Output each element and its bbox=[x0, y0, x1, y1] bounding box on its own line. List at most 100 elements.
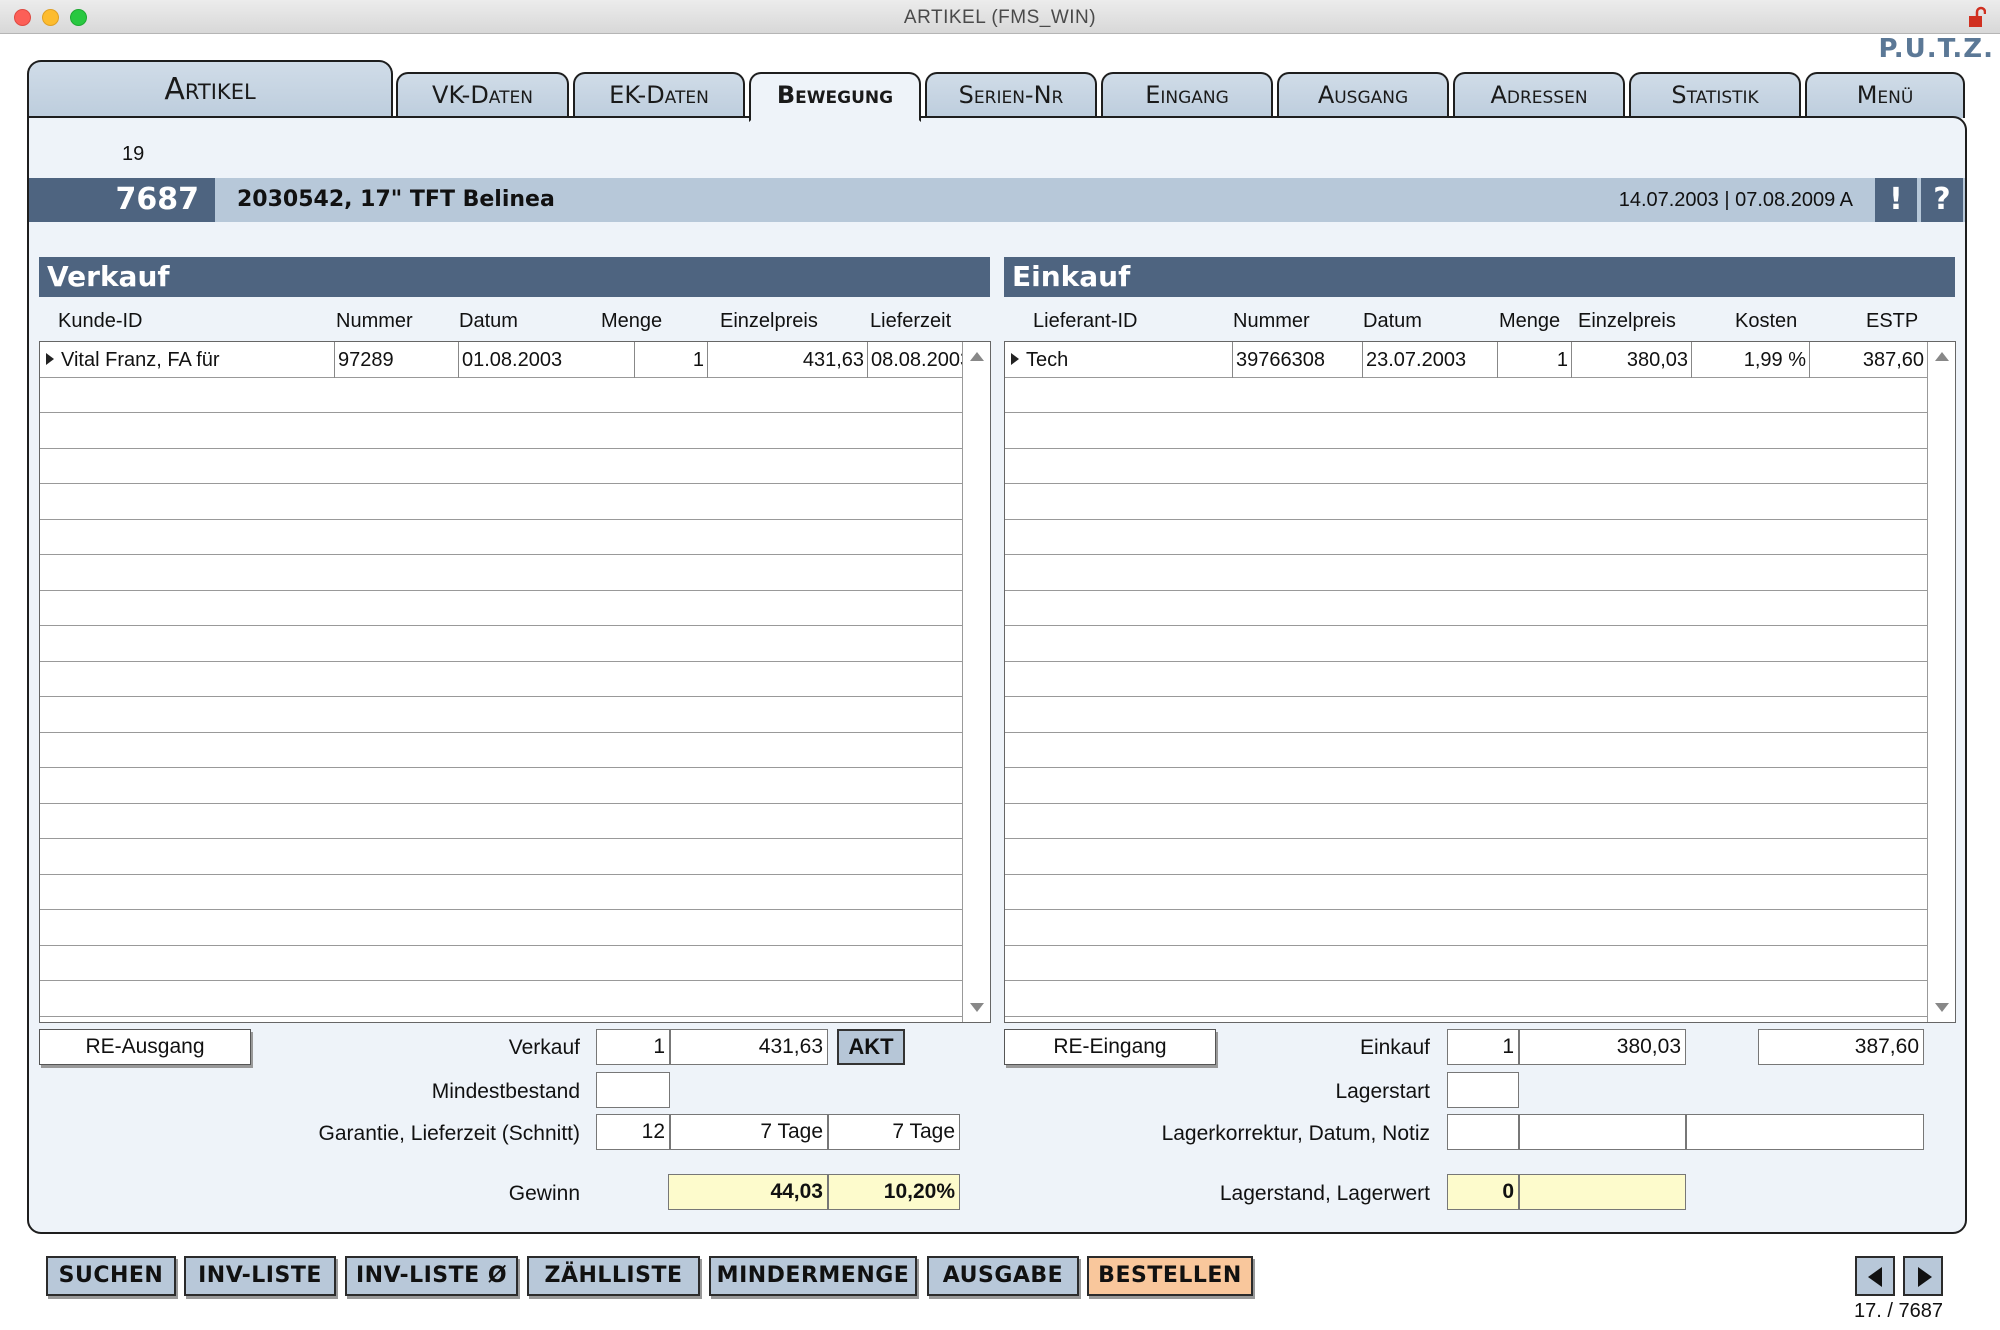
col-nummer: Nummer bbox=[336, 310, 413, 332]
table-row-empty[interactable] bbox=[1005, 484, 1927, 520]
table-row-empty[interactable] bbox=[1005, 591, 1927, 626]
lagerkorrektur-notiz-field[interactable] bbox=[1686, 1114, 1924, 1150]
garantie-field[interactable]: 12 bbox=[596, 1114, 670, 1150]
table-row-empty[interactable] bbox=[1005, 946, 1927, 981]
help-button[interactable]: ? bbox=[1921, 178, 1963, 222]
scroll-up-icon[interactable] bbox=[970, 352, 984, 361]
gewinn-label: Gewinn bbox=[508, 1182, 580, 1205]
table-row-empty[interactable] bbox=[1005, 520, 1927, 555]
table-row-empty[interactable] bbox=[1005, 910, 1927, 946]
table-row-empty[interactable] bbox=[1005, 733, 1927, 768]
tab-eingang[interactable]: Eingang bbox=[1101, 72, 1273, 118]
previous-record-button[interactable] bbox=[1855, 1256, 1895, 1296]
table-row[interactable]: Tech 39766308 23.07.2003 1 380,03 1,99 %… bbox=[1005, 342, 1927, 378]
table-row-empty[interactable] bbox=[40, 981, 962, 1017]
lagerstart-label: Lagerstart bbox=[1335, 1080, 1430, 1103]
re-ausgang-button[interactable]: RE-Ausgang bbox=[39, 1029, 251, 1065]
lagerkorrektur-menge-field[interactable] bbox=[1447, 1114, 1519, 1150]
tab-adressen[interactable]: Adressen bbox=[1453, 72, 1625, 118]
title-bar: ARTIKEL (FMS_WIN) bbox=[0, 0, 2000, 34]
table-row-empty[interactable] bbox=[1005, 662, 1927, 697]
tab-ausgang[interactable]: Ausgang bbox=[1277, 72, 1449, 118]
table-row-empty[interactable] bbox=[1005, 378, 1927, 413]
lieferzeit-field-1[interactable]: 7 Tage bbox=[670, 1114, 828, 1150]
scroll-up-icon[interactable] bbox=[1935, 352, 1949, 361]
einkauf-menge-field[interactable]: 1 bbox=[1447, 1029, 1519, 1065]
table-row-empty[interactable] bbox=[40, 697, 962, 733]
col-einzelpreis: Einzelpreis bbox=[1578, 310, 1676, 332]
re-eingang-button[interactable]: RE-Eingang bbox=[1004, 1029, 1216, 1065]
einkauf-preis-field[interactable]: 380,03 bbox=[1519, 1029, 1686, 1065]
lagerstart-field[interactable] bbox=[1447, 1072, 1519, 1108]
ausgabe-button[interactable]: AUSGABE bbox=[927, 1256, 1079, 1296]
table-row-empty[interactable] bbox=[40, 484, 962, 520]
alert-button[interactable]: ! bbox=[1875, 178, 1917, 222]
scroll-down-icon[interactable] bbox=[970, 1003, 984, 1012]
tab-serien-nr[interactable]: Serien-Nr bbox=[925, 72, 1097, 118]
col-datum: Datum bbox=[1363, 310, 1422, 332]
lock-icon[interactable] bbox=[1968, 6, 1986, 28]
cell-menge: 1 bbox=[1498, 342, 1572, 378]
table-row-empty[interactable] bbox=[1005, 875, 1927, 910]
lagerstand-label: Lagerstand, Lagerwert bbox=[1219, 1182, 1430, 1205]
suchen-button[interactable]: SUCHEN bbox=[46, 1256, 176, 1296]
zaehlliste-button[interactable]: ZÄHLLISTE bbox=[527, 1256, 700, 1296]
next-record-button[interactable] bbox=[1903, 1256, 1943, 1296]
tab-bewegung[interactable]: Bewegung bbox=[749, 72, 921, 122]
table-row-empty[interactable] bbox=[1005, 413, 1927, 449]
verkauf-table[interactable]: Vital Franz, FA für 97289 01.08.2003 1 4… bbox=[39, 341, 991, 1023]
lagerkorrektur-datum-field[interactable] bbox=[1519, 1114, 1686, 1150]
table-row-empty[interactable] bbox=[40, 768, 962, 804]
table-row-empty[interactable] bbox=[40, 946, 962, 981]
lieferzeit-field-2[interactable]: 7 Tage bbox=[828, 1114, 960, 1150]
tab-ek-daten[interactable]: EK-Daten bbox=[573, 72, 745, 118]
verkauf-scrollbar[interactable] bbox=[962, 342, 990, 1022]
table-row-empty[interactable] bbox=[40, 413, 962, 449]
table-row-empty[interactable] bbox=[40, 555, 962, 591]
table-row[interactable]: Vital Franz, FA für 97289 01.08.2003 1 4… bbox=[40, 342, 962, 378]
table-row-empty[interactable] bbox=[1005, 804, 1927, 839]
table-row-empty[interactable] bbox=[1005, 981, 1927, 1017]
mindestbestand-field[interactable] bbox=[596, 1072, 670, 1108]
table-row-empty[interactable] bbox=[1005, 839, 1927, 875]
akt-button[interactable]: AKT bbox=[837, 1029, 905, 1065]
table-row-empty[interactable] bbox=[40, 378, 962, 413]
einkauf-scrollbar[interactable] bbox=[1927, 342, 1955, 1022]
row-expand-icon[interactable] bbox=[1011, 353, 1019, 365]
table-row-empty[interactable] bbox=[1005, 626, 1927, 662]
table-row-empty[interactable] bbox=[1005, 768, 1927, 804]
scroll-down-icon[interactable] bbox=[1935, 1003, 1949, 1012]
table-row-empty[interactable] bbox=[1005, 697, 1927, 733]
table-row-empty[interactable] bbox=[40, 591, 962, 626]
table-row-empty[interactable] bbox=[40, 662, 962, 697]
tab-menu[interactable]: Menü bbox=[1805, 72, 1965, 118]
verkauf-menge-field[interactable]: 1 bbox=[596, 1029, 670, 1065]
table-row-empty[interactable] bbox=[40, 449, 962, 484]
inv-liste-avg-button[interactable]: INV-LISTE Ø bbox=[345, 1256, 518, 1296]
bestellen-button[interactable]: BESTELLEN bbox=[1087, 1256, 1253, 1296]
einkauf-label: Einkauf bbox=[1359, 1036, 1430, 1059]
table-row-empty[interactable] bbox=[40, 520, 962, 555]
tab-vk-daten[interactable]: VK-Daten bbox=[396, 72, 569, 118]
table-row-empty[interactable] bbox=[40, 804, 962, 839]
table-row-empty[interactable] bbox=[40, 626, 962, 662]
table-row-empty[interactable] bbox=[1005, 449, 1927, 484]
estp-total-field[interactable]: 387,60 bbox=[1758, 1029, 1924, 1065]
col-einzelpreis: Einzelpreis bbox=[720, 310, 818, 332]
cell-lieferzeit: 08.08.2003 bbox=[871, 349, 962, 371]
table-row-empty[interactable] bbox=[40, 910, 962, 946]
table-row-empty[interactable] bbox=[40, 875, 962, 910]
einkauf-table[interactable]: Tech 39766308 23.07.2003 1 380,03 1,99 %… bbox=[1004, 341, 1956, 1023]
col-kosten: Kosten bbox=[1735, 310, 1798, 332]
table-row-empty[interactable] bbox=[1005, 555, 1927, 591]
tab-statistik[interactable]: Statistik bbox=[1629, 72, 1801, 118]
mindermenge-button[interactable]: MINDERMENGE bbox=[709, 1256, 917, 1296]
row-expand-icon[interactable] bbox=[46, 353, 54, 365]
col-nummer: Nummer bbox=[1233, 310, 1310, 332]
cell-kunde: Vital Franz, FA für bbox=[61, 349, 220, 371]
verkauf-preis-field[interactable]: 431,63 bbox=[670, 1029, 828, 1065]
inv-liste-button[interactable]: INV-LISTE bbox=[184, 1256, 336, 1296]
table-row-empty[interactable] bbox=[40, 839, 962, 875]
tab-artikel[interactable]: Artikel bbox=[27, 60, 393, 118]
table-row-empty[interactable] bbox=[40, 733, 962, 768]
